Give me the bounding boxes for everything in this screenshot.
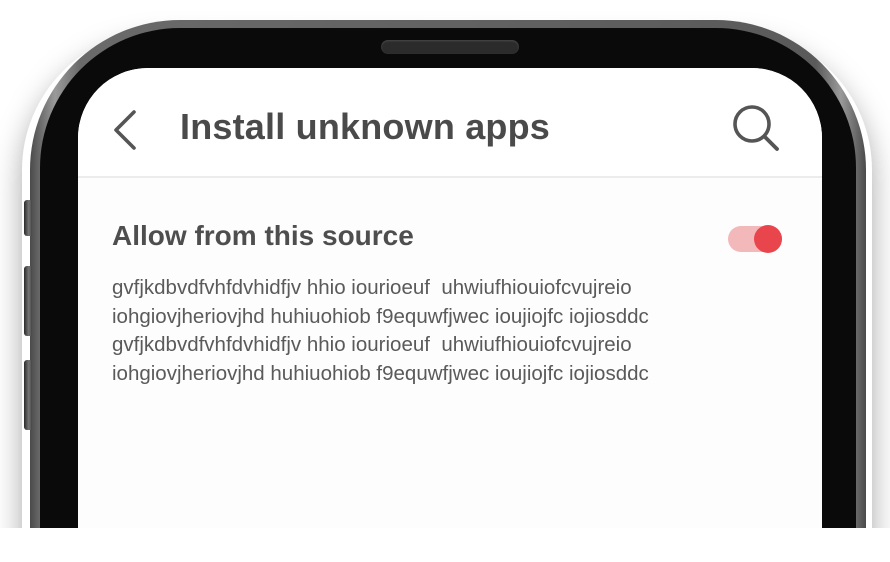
setting-description: gvfjkdbvdfvhfdvhidfjv hhio iourioeuf uhw… bbox=[112, 274, 802, 388]
description-line: iohgiovjheriovjhd huhiuohiob f9equwfjwec… bbox=[112, 304, 649, 328]
phone-volume-down-button bbox=[24, 360, 32, 430]
app-bar: Install unknown apps bbox=[78, 68, 822, 178]
phone-volume-up-button bbox=[24, 266, 32, 336]
description-line: gvfjkdbvdfvhfdvhidfjv hhio iourioeuf uhw… bbox=[112, 276, 632, 299]
search-button[interactable] bbox=[728, 100, 784, 156]
setting-label: Allow from this source bbox=[112, 220, 414, 251]
phone-screen: Install unknown apps Allow from this sou… bbox=[78, 68, 822, 562]
allow-source-toggle[interactable] bbox=[728, 225, 782, 253]
page-title: Install unknown apps bbox=[180, 106, 551, 147]
chevron-left-icon bbox=[114, 110, 136, 150]
back-button[interactable] bbox=[108, 108, 148, 152]
allow-source-setting-row[interactable]: Allow from this source bbox=[112, 218, 788, 258]
toggle-thumb bbox=[754, 225, 782, 253]
description-line: gvfjkdbvdfvhfdvhidfjv hhio iourioeuf uhw… bbox=[112, 333, 632, 356]
search-icon bbox=[733, 105, 779, 151]
phone-speaker bbox=[381, 40, 519, 54]
description-line: iohgiovjheriovjhd huhiuohiob f9equwfjwec… bbox=[112, 361, 649, 385]
phone-side-button bbox=[24, 200, 32, 236]
screenshot-stage: Install unknown apps Allow from this sou… bbox=[0, 0, 890, 562]
page-background-bottom bbox=[0, 528, 890, 562]
